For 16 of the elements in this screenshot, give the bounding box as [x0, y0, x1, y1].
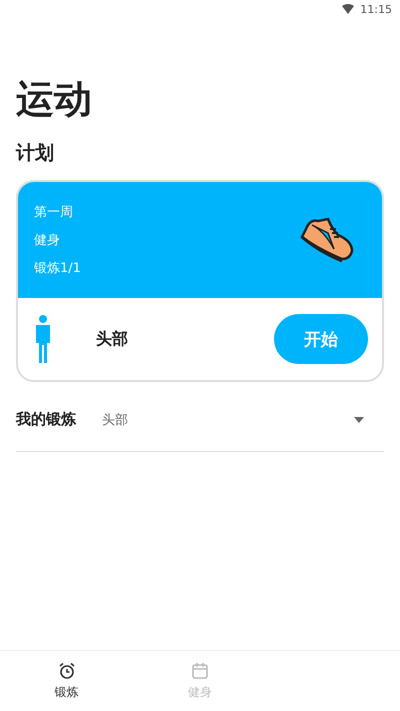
calendar-icon [190, 662, 209, 680]
my-training-label: 我的锻炼 [16, 410, 76, 429]
plan-text: 健身 [34, 232, 61, 249]
status-time: 11:15 [360, 2, 392, 16]
section-heading: 计划 [16, 141, 55, 166]
training-dropdown[interactable]: 头部 [102, 410, 354, 428]
nav-tab[interactable]: 锻炼 [0, 651, 134, 711]
plan-text: 第一周 [34, 204, 74, 221]
person-icon [34, 315, 52, 363]
alarm-clock-icon [58, 662, 76, 680]
page-title: 运动 [16, 76, 93, 122]
body-part-label: 头部 [96, 328, 129, 350]
wifi-icon [342, 4, 354, 14]
dropdown-caret-icon[interactable] [354, 416, 364, 422]
sneaker-icon [298, 215, 354, 265]
plan-text: 锻炼1/1 [34, 260, 81, 277]
